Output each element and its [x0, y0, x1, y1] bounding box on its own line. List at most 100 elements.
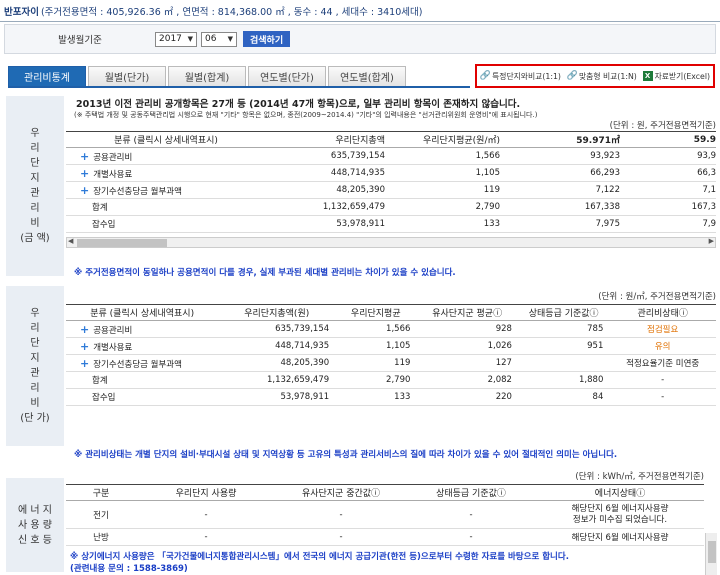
table-row[interactable]: + 공용관리비 635,739,154 1,566 928 785 점검필요 — [66, 320, 716, 338]
table-row: 잡수입 53,978,911 133 7,975 7,9 — [66, 215, 716, 233]
cell: 53,978,911 — [218, 388, 336, 406]
chevron-down-icon: ▼ — [187, 35, 193, 43]
cell: 1,026 — [416, 337, 518, 355]
side-text: 리 — [30, 383, 40, 394]
cell: 7,1 — [626, 181, 716, 199]
tab-yearly-unit[interactable]: 연도별(단가) — [248, 66, 326, 86]
section2-side-label: 우 리 단 지 관 리 비 (단 가) — [6, 286, 64, 446]
cell: 2,082 — [416, 371, 518, 389]
complex-info: (주거전용면적 : 405,926.36 ㎡ , 연면적 : 814,368.0… — [40, 6, 423, 18]
plus-icon[interactable]: + — [80, 150, 89, 163]
compare-many-label: 맞춤형 비교(1:N) — [578, 71, 637, 81]
table-row[interactable]: + 개별사용료 448,714,935 1,105 66,293 66,3 — [66, 164, 716, 182]
horizontal-scrollbar[interactable]: ◀ ▶ — [66, 237, 716, 248]
status-cell: - — [609, 371, 716, 389]
compare-many-link[interactable]: 🔗 맞춤형 비교(1:N) — [567, 71, 637, 82]
search-button[interactable]: 검색하기 — [243, 31, 291, 47]
cell: 635,739,154 — [218, 320, 336, 338]
cell: 635,739,154 — [266, 147, 391, 165]
cell: 1,105 — [391, 164, 506, 182]
section3-panel: (단위 : kWh/㎡, 주거전용면적기준) 구분 우리단지 사용량 유사단지군… — [66, 470, 704, 546]
row-label: 잡수입 — [66, 215, 266, 233]
row-label: 개별사용료 — [93, 169, 133, 180]
excel-download-link[interactable]: X 자료받기(Excel) — [642, 71, 711, 82]
side-text: 에 너 지 — [18, 504, 52, 516]
year-select[interactable]: 2017 ▼ — [155, 31, 197, 47]
cell: 66,3 — [626, 164, 716, 182]
scroll-thumb[interactable] — [708, 541, 716, 563]
cell: 448,714,935 — [218, 337, 336, 355]
cell: - — [276, 500, 406, 529]
section1-title: 2013년 이전 관리비 공개항목은 27개 등 (2014년 47개 항목)으… — [76, 99, 521, 110]
status-cell: - — [609, 388, 716, 406]
excel-label: 자료받기(Excel) — [654, 71, 711, 81]
section3-warning: ※ 상기에너지 사용량은 「국가건물에너지통합관리시스템」에서 전국의 에너지 … — [70, 552, 569, 562]
complex-name: 반포자이 — [4, 6, 39, 18]
cell: 48,205,390 — [218, 354, 336, 372]
link-icon: 🔗 — [566, 71, 578, 81]
scroll-thumb[interactable] — [77, 239, 167, 247]
section3-table: 구분 우리단지 사용량 유사단지군 중간값ⓘ 상태등급 기준값ⓘ 에너지상태ⓘ … — [66, 484, 704, 546]
cell: 2,790 — [335, 371, 417, 389]
year-value: 2017 — [159, 34, 182, 44]
row-label: 잡수입 — [66, 388, 219, 406]
tab-bar: 관리비통계 월별(단가) 월별(합계) 연도별(단가) 연도별(합계) — [8, 66, 470, 88]
cell: 93,923 — [506, 147, 626, 165]
section2-panel: (단위 : 원/㎡, 주거전용면적기준) 분류 (클릭시 상세내역표시) 우리단… — [66, 290, 716, 406]
column-header: 우리단지평균 — [335, 304, 417, 321]
scroll-right-icon[interactable]: ▶ — [709, 237, 714, 245]
column-header: 유사단지군 중간값ⓘ — [276, 484, 406, 501]
cell: - — [406, 528, 536, 546]
cell: - — [406, 500, 536, 529]
table-row[interactable]: + 개별사용료 448,714,935 1,105 1,026 951 유의 — [66, 337, 716, 355]
plus-icon[interactable]: + — [80, 167, 89, 180]
side-text: 지 — [30, 173, 40, 184]
cell: 220 — [416, 388, 518, 406]
section1-panel: 2013년 이전 관리비 공개항목은 27개 등 (2014년 47개 항목)으… — [66, 96, 716, 248]
table-row: 합계 1,132,659,479 2,790 2,082 1,880 - — [66, 371, 716, 389]
side-text: 리 — [30, 143, 40, 154]
table-row[interactable]: + 장기수선충당금 월부과액 48,205,390 119 127 적정요율기준 … — [66, 354, 716, 372]
vertical-scrollbar[interactable] — [705, 533, 717, 575]
section2-table: 분류 (클릭시 상세내역표시) 우리단지총액(원) 우리단지평균 유사단지군 평… — [66, 304, 716, 406]
tab-monthly-unit[interactable]: 월별(단가) — [88, 66, 166, 86]
cell: 1,132,659,479 — [218, 371, 336, 389]
plus-icon[interactable]: + — [80, 357, 89, 370]
cell: - — [136, 500, 276, 529]
tab-monthly-total[interactable]: 월별(합계) — [168, 66, 246, 86]
column-header: 관리비상태ⓘ — [609, 304, 716, 321]
month-select[interactable]: 06 ▼ — [201, 31, 237, 47]
table-row[interactable]: + 공용관리비 635,739,154 1,566 93,923 93,9 — [66, 147, 716, 165]
plus-icon[interactable]: + — [80, 323, 89, 336]
column-header: 에너지상태ⓘ — [536, 484, 704, 501]
plus-icon[interactable]: + — [80, 340, 89, 353]
energy-status-line: 해당단지 6월 에너지사용량 — [571, 503, 669, 514]
status-cell: 적정요율기준 미연중 — [609, 354, 716, 372]
table-row[interactable]: + 장기수선충당금 월부과액 48,205,390 119 7,122 7,1 — [66, 181, 716, 199]
side-text: 단 — [30, 338, 40, 349]
section3-unit: (단위 : kWh/㎡, 주거전용면적기준) — [575, 472, 704, 482]
row-label: 공용관리비 — [93, 152, 133, 163]
column-header: 유사단지군 평균ⓘ — [416, 304, 518, 321]
side-text: 리 — [30, 203, 40, 214]
section3-contact: (관련내용 문의 : 1588-3869) — [70, 564, 188, 574]
cell: 167,338 — [506, 198, 626, 216]
link-icon: 🔗 — [479, 71, 492, 81]
cell: 928 — [416, 320, 518, 338]
section3-side-label: 에 너 지 사 용 량 신 호 등 — [6, 478, 64, 572]
filter-label: 발생월기준 — [58, 35, 102, 46]
plus-icon[interactable]: + — [80, 184, 89, 197]
compare-one-label: 특정단지와비교(1:1) — [492, 71, 561, 81]
cell: 1,880 — [517, 371, 610, 389]
cell: 127 — [416, 354, 518, 372]
tab-yearly-total[interactable]: 연도별(합계) — [328, 66, 406, 86]
row-label: 장기수선충당금 월부과액 — [93, 359, 182, 370]
tab-stats[interactable]: 관리비통계 — [8, 66, 86, 86]
cell: 2,790 — [391, 198, 506, 216]
section1-warning: ※ 주거전용면적이 동일하나 공용면적이 다를 경우, 실제 부과된 세대별 관… — [74, 268, 456, 278]
section1-table: 분류 (클릭시 상세내역표시) 우리단지총액 우리단지평균(원/㎡) 59.97… — [66, 131, 716, 233]
compare-one-link[interactable]: 🔗 특정단지와비교(1:1) — [480, 71, 561, 82]
cell: 1,105 — [335, 337, 417, 355]
cell: - — [136, 528, 276, 546]
scroll-left-icon[interactable]: ◀ — [68, 237, 73, 245]
